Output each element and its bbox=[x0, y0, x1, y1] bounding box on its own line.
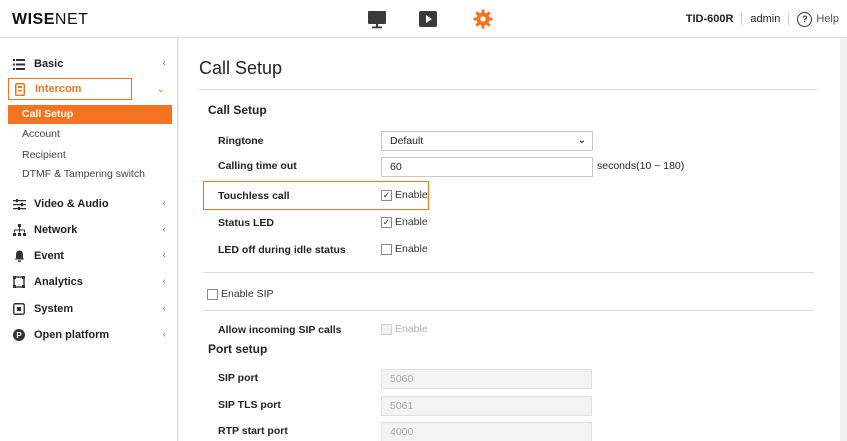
checkbox-checked-icon: ✓ bbox=[381, 216, 392, 228]
sidebar-item-open-platform[interactable]: P Open platform ‹ bbox=[8, 324, 172, 346]
scrollbar[interactable] bbox=[840, 38, 847, 441]
help-label: Help bbox=[816, 13, 839, 25]
section-divider bbox=[203, 310, 814, 311]
touchless-call-checkbox[interactable]: ✓ Enable bbox=[381, 189, 428, 201]
device-model: TID-600R bbox=[686, 13, 743, 25]
sidebar-item-label: System bbox=[34, 303, 74, 315]
chevron-down-icon: ⌄ bbox=[577, 135, 586, 146]
sidebar-item-label: Intercom bbox=[35, 83, 82, 95]
section-title-call-setup: Call Setup bbox=[208, 103, 267, 117]
help-button[interactable]: ? Help bbox=[789, 11, 839, 27]
chevron-left-icon: ‹ bbox=[162, 303, 166, 314]
enable-sip-checkbox[interactable]: Enable SIP bbox=[207, 288, 274, 300]
checkbox-label: Enable bbox=[395, 189, 428, 201]
allow-incoming-sip-label: Allow incoming SIP calls bbox=[218, 324, 342, 336]
network-icon bbox=[12, 223, 26, 237]
sidebar-item-analytics[interactable]: Analytics ‹ bbox=[8, 271, 172, 293]
page-title: Call Setup bbox=[199, 58, 283, 78]
chevron-down-icon: ⌄ bbox=[156, 84, 165, 95]
ringtone-label: Ringtone bbox=[218, 135, 264, 147]
chevron-left-icon: ‹ bbox=[162, 276, 166, 287]
svg-text:P: P bbox=[16, 331, 22, 340]
enable-sip-label: Enable SIP bbox=[221, 288, 274, 300]
sidebar-item-label: Video & Audio bbox=[34, 198, 109, 210]
sidebar-item-system[interactable]: System ‹ bbox=[8, 298, 172, 320]
led-off-idle-label: LED off during idle status bbox=[218, 244, 346, 256]
logo-bold: WISE bbox=[12, 11, 55, 28]
checkbox-label: Enable bbox=[395, 323, 428, 335]
top-header: WISENET TID-600R admin ? Help bbox=[0, 0, 847, 38]
sidebar-subitem-dtmf[interactable]: DTMF & Tampering switch bbox=[22, 168, 145, 180]
help-icon: ? bbox=[797, 11, 813, 27]
sidebar-item-network[interactable]: Network ‹ bbox=[8, 219, 172, 241]
checkbox-disabled-icon bbox=[381, 323, 392, 335]
title-divider bbox=[199, 89, 817, 90]
checkbox-checked-icon: ✓ bbox=[381, 189, 392, 201]
checkbox-unchecked-icon bbox=[207, 288, 218, 300]
open-platform-icon: P bbox=[12, 328, 26, 342]
status-led-checkbox[interactable]: ✓ Enable bbox=[381, 216, 428, 228]
wisenet-logo[interactable]: WISENET bbox=[12, 11, 88, 29]
sidebar-subitem-account[interactable]: Account bbox=[22, 128, 60, 140]
checkbox-label: Enable bbox=[395, 243, 428, 255]
calling-timeout-label: Calling time out bbox=[218, 160, 297, 172]
sidebar-item-basic[interactable]: Basic ‹ bbox=[8, 53, 172, 75]
analytics-icon bbox=[12, 275, 26, 289]
status-led-label: Status LED bbox=[218, 217, 275, 229]
header-user-area: TID-600R admin ? Help bbox=[686, 9, 839, 29]
list-icon bbox=[12, 57, 26, 71]
led-off-idle-checkbox[interactable]: Enable bbox=[381, 243, 428, 255]
sidebar-item-label: Analytics bbox=[34, 276, 83, 288]
sidebar-item-event[interactable]: Event ‹ bbox=[8, 245, 172, 267]
section-divider bbox=[203, 272, 814, 273]
sidebar-item-video-audio[interactable]: Video & Audio ‹ bbox=[8, 193, 172, 215]
checkbox-label: Enable bbox=[395, 216, 428, 228]
rtp-start-port-label: RTP start port bbox=[218, 425, 288, 437]
sidebar-item-label: Network bbox=[34, 224, 78, 236]
chevron-left-icon: ‹ bbox=[162, 329, 166, 340]
ringtone-select[interactable]: Default ⌄ bbox=[381, 131, 593, 151]
sip-port-input[interactable]: 5060 bbox=[381, 369, 592, 389]
playback-icon[interactable] bbox=[418, 9, 438, 29]
sliders-icon bbox=[12, 197, 26, 211]
sip-port-label: SIP port bbox=[218, 372, 259, 384]
sip-tls-port-input[interactable]: 5061 bbox=[381, 396, 592, 416]
sidebar-subitem-call-setup[interactable]: Call Setup bbox=[8, 105, 172, 124]
sip-tls-port-label: SIP TLS port bbox=[218, 399, 281, 411]
gear-icon[interactable] bbox=[473, 9, 493, 29]
sidebar-item-label: Basic bbox=[34, 58, 64, 70]
system-icon bbox=[12, 302, 26, 316]
chevron-left-icon: ‹ bbox=[162, 58, 166, 69]
chevron-left-icon: ‹ bbox=[162, 198, 166, 209]
sidebar-item-label: Event bbox=[34, 250, 64, 262]
section-title-port-setup: Port setup bbox=[208, 342, 268, 356]
sidebar-item-label: Open platform bbox=[34, 329, 110, 341]
allow-incoming-sip-checkbox[interactable]: Enable bbox=[381, 323, 428, 335]
calling-timeout-note: seconds(10 ~ 180) bbox=[597, 160, 685, 172]
user-name[interactable]: admin bbox=[742, 13, 790, 25]
checkbox-unchecked-icon bbox=[381, 243, 392, 255]
chevron-left-icon: ‹ bbox=[162, 250, 166, 261]
intercom-icon bbox=[13, 82, 27, 96]
logo-thin: NET bbox=[54, 11, 89, 28]
rtp-start-port-input[interactable]: 4000 bbox=[381, 422, 592, 441]
monitor-icon[interactable] bbox=[367, 9, 387, 29]
sidebar-subitem-recipient[interactable]: Recipient bbox=[22, 149, 66, 161]
bell-icon bbox=[12, 249, 26, 263]
chevron-left-icon: ‹ bbox=[162, 224, 166, 235]
calling-timeout-input[interactable]: 60 bbox=[381, 157, 593, 177]
touchless-call-label: Touchless call bbox=[218, 190, 290, 202]
sidebar-item-intercom[interactable]: Intercom ⌄ bbox=[8, 78, 165, 100]
ringtone-value: Default bbox=[390, 135, 424, 147]
